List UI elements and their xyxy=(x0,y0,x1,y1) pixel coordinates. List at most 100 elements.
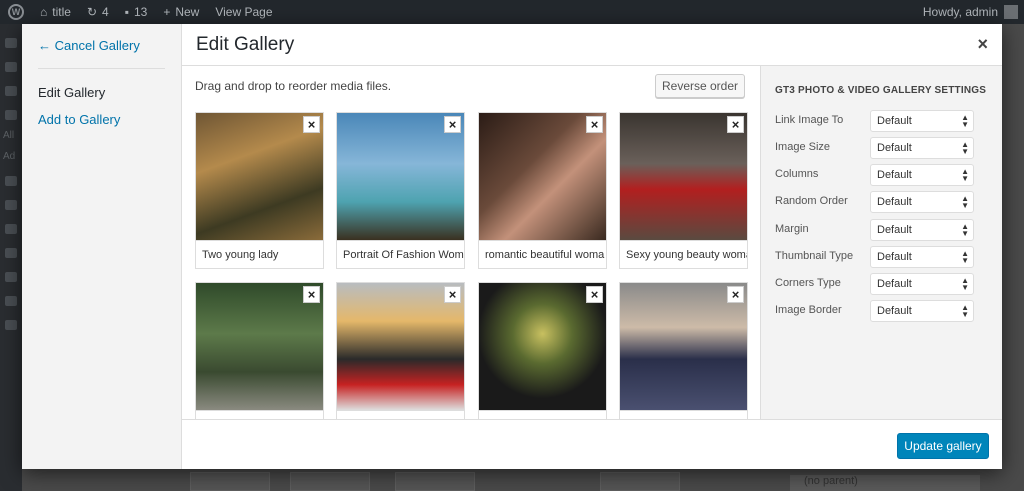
view-page-link[interactable]: View Page xyxy=(207,0,280,24)
home-icon: ⌂ xyxy=(40,5,48,19)
modal-toolbar: Update gallery xyxy=(182,419,1002,469)
gallery-tile[interactable]: × xyxy=(619,282,748,419)
avatar xyxy=(1004,5,1018,19)
caption-field[interactable] xyxy=(337,410,464,419)
caption-field[interactable]: Two young lady xyxy=(196,240,323,268)
dashboard-icon xyxy=(5,38,17,48)
gallery-tile[interactable]: romantic beautiful woma × xyxy=(478,112,607,269)
gallery-tile[interactable]: × xyxy=(195,282,324,419)
settings-heading: GT3 PHOTO & VIDEO GALLERY SETTINGS xyxy=(775,85,987,96)
reverse-order-button[interactable]: Reverse order xyxy=(655,74,745,98)
modal-header: Edit Gallery × xyxy=(182,24,1002,66)
remove-icon[interactable]: × xyxy=(303,116,320,133)
setting-image-size: Image Size Default ▲ ▼ xyxy=(775,137,975,159)
select-value: Default xyxy=(877,305,912,317)
background-thumbnail xyxy=(290,472,370,491)
setting-link-image-to: Link Image To Default ▲ ▼ xyxy=(775,110,975,132)
gallery-tile[interactable]: Portrait Of Fashion Woma × xyxy=(336,112,465,269)
parent-select: (no parent) xyxy=(790,475,980,491)
remove-icon[interactable]: × xyxy=(727,286,744,303)
setting-image-border: Image Border Default ▲ ▼ xyxy=(775,300,975,322)
background-thumbnail xyxy=(190,472,270,491)
update-gallery-button[interactable]: Update gallery xyxy=(897,433,989,459)
plus-icon: + xyxy=(163,5,171,19)
setting-label: Image Size xyxy=(775,141,831,153)
margin-select[interactable]: Default ▲ ▼ xyxy=(870,219,974,241)
setting-corners-type: Corners Type Default ▲ ▼ xyxy=(775,273,975,295)
plugins-icon xyxy=(5,224,17,234)
menu-add-label: Ad xyxy=(3,151,16,162)
posts-icon xyxy=(5,62,17,72)
select-arrows-icon: ▲ ▼ xyxy=(961,276,969,292)
gallery-tile[interactable]: × xyxy=(478,282,607,419)
admin-menu: All Ad xyxy=(0,24,22,491)
updates-link[interactable]: ↻ 4 xyxy=(79,0,117,24)
remove-icon[interactable]: × xyxy=(303,286,320,303)
columns-select[interactable]: Default ▲ ▼ xyxy=(870,164,974,186)
caption-field[interactable]: Sexy young beauty woma xyxy=(620,240,747,268)
gallery-tile[interactable]: Two young lady × xyxy=(195,112,324,269)
menu-item-edit-gallery[interactable]: Edit Gallery xyxy=(38,85,105,100)
caption-field[interactable] xyxy=(620,410,747,419)
remove-icon[interactable]: × xyxy=(586,116,603,133)
wordpress-icon: W xyxy=(8,4,24,20)
menu-item-add-to-gallery[interactable]: Add to Gallery xyxy=(38,112,120,127)
select-value: Default xyxy=(877,224,912,236)
setting-label: Image Border xyxy=(775,304,842,316)
updates-icon: ↻ xyxy=(86,5,97,19)
site-title-link[interactable]: ⌂ title xyxy=(32,0,79,24)
site-title-label: title xyxy=(52,5,71,19)
howdy-label: Howdy, admin xyxy=(922,5,998,19)
image-border-select[interactable]: Default ▲ ▼ xyxy=(870,300,974,322)
settings-icon xyxy=(5,296,17,306)
select-arrows-icon: ▲ ▼ xyxy=(961,303,969,319)
remove-icon[interactable]: × xyxy=(727,116,744,133)
select-arrows-icon: ▲ ▼ xyxy=(961,167,969,183)
setting-thumbnail-type: Thumbnail Type Default ▲ ▼ xyxy=(775,246,975,268)
comments-count: 13 xyxy=(133,5,148,19)
menu-all-label: All xyxy=(3,130,15,141)
comments-link[interactable]: ▪ 13 xyxy=(117,0,156,24)
setting-label: Random Order xyxy=(775,195,848,207)
setting-label: Link Image To xyxy=(775,114,844,126)
select-arrows-icon: ▲ ▼ xyxy=(961,113,969,129)
setting-label: Corners Type xyxy=(775,277,841,289)
background-thumbnail xyxy=(395,472,475,491)
caption-field[interactable] xyxy=(479,410,606,419)
gallery-tile[interactable]: × xyxy=(336,282,465,419)
cancel-gallery-link[interactable]: ← Cancel Gallery xyxy=(38,38,140,53)
wordpress-logo-button[interactable]: W xyxy=(0,0,32,24)
select-arrows-icon: ▲ ▼ xyxy=(961,194,969,210)
select-value: Default xyxy=(877,142,912,154)
random-order-select[interactable]: Default ▲ ▼ xyxy=(870,191,974,213)
users-icon xyxy=(5,248,17,258)
gallery-tile[interactable]: Sexy young beauty woma × xyxy=(619,112,748,269)
image-size-select[interactable]: Default ▲ ▼ xyxy=(870,137,974,159)
gallery-content: Drag and drop to reorder media files. Re… xyxy=(182,66,760,419)
remove-icon[interactable]: × xyxy=(586,286,603,303)
close-button[interactable]: × xyxy=(977,35,988,53)
admin-bar: W ⌂ title ↻ 4 ▪ 13 + New View Page Howdy… xyxy=(0,0,1024,24)
setting-margin: Margin Default ▲ ▼ xyxy=(775,219,975,241)
setting-label: Columns xyxy=(775,168,819,180)
comments-menu-icon xyxy=(5,176,17,186)
select-value: Default xyxy=(877,169,912,181)
comments-icon: ▪ xyxy=(124,5,129,19)
link-image-to-select[interactable]: Default ▲ ▼ xyxy=(870,110,974,132)
corners-type-select[interactable]: Default ▲ ▼ xyxy=(870,273,974,295)
thumbnail-type-select[interactable]: Default ▲ ▼ xyxy=(870,246,974,268)
select-arrows-icon: ▲ ▼ xyxy=(961,222,969,238)
view-page-label: View Page xyxy=(215,5,273,19)
my-account-link[interactable]: Howdy, admin xyxy=(923,5,1024,19)
caption-field[interactable]: Portrait Of Fashion Woma xyxy=(337,240,464,268)
menu-separator xyxy=(38,68,165,69)
edit-gallery-modal: ← Cancel Gallery Edit Gallery Add to Gal… xyxy=(22,24,1002,469)
caption-field[interactable]: romantic beautiful woma xyxy=(479,240,606,268)
select-value: Default xyxy=(877,278,912,290)
select-value: Default xyxy=(877,196,912,208)
remove-icon[interactable]: × xyxy=(444,116,461,133)
remove-icon[interactable]: × xyxy=(444,286,461,303)
new-content-link[interactable]: + New xyxy=(155,0,207,24)
caption-field[interactable] xyxy=(196,410,323,419)
instructions-text: Drag and drop to reorder media files. xyxy=(195,79,392,93)
